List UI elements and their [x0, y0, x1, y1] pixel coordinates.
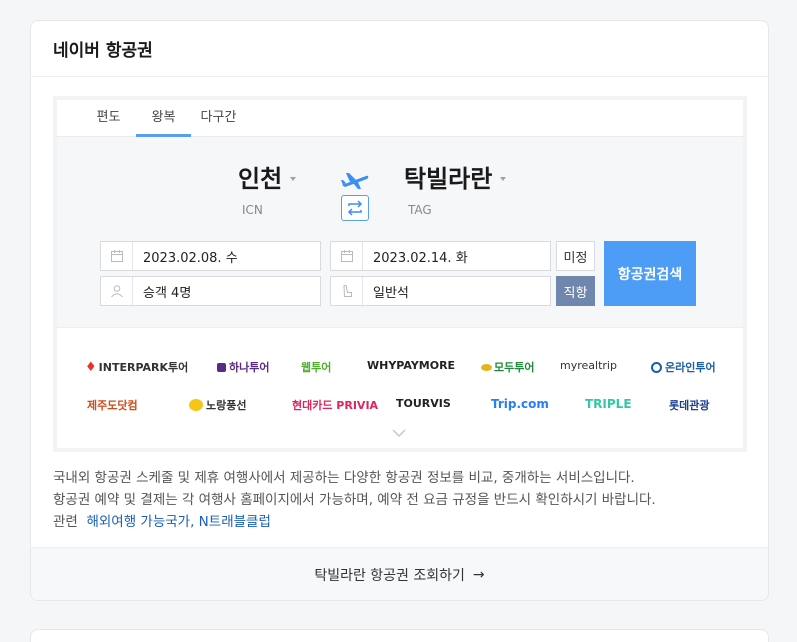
calendar-icon — [331, 242, 363, 270]
departure-city-name: 인천 — [238, 165, 283, 193]
related-links-row: 관련 해외여행 가능국가, N트래블클럽 — [53, 511, 656, 533]
chevron-down-icon — [290, 176, 297, 181]
direct-flight-toggle[interactable]: 직항 — [556, 276, 595, 306]
partner-logo-privia[interactable]: 현대카드 PRIVIA — [292, 397, 378, 413]
tab-multi-city[interactable]: 다구간 — [191, 100, 246, 136]
service-description: 국내외 항공권 스케줄 및 제휴 여행사에서 제공하는 다양한 항공권 정보를 … — [53, 467, 656, 533]
next-card — [30, 629, 769, 642]
partner-logo-jejudo[interactable]: 제주도닷컴 — [87, 397, 138, 413]
partner-logo-noranglloon[interactable]: 노랑풍선 — [189, 397, 246, 413]
calendar-icon — [101, 242, 133, 270]
person-icon — [101, 277, 133, 305]
arrow-right-icon: → — [472, 567, 485, 583]
card-title: 네이버 항공권 — [53, 41, 153, 61]
partner-logo-modetour[interactable]: 모두투어 — [481, 359, 534, 375]
view-flights-footer-link[interactable]: 탁빌라란 항공권 조회하기 → — [31, 547, 768, 600]
return-date-value: 2023.02.14. 화 — [373, 250, 468, 266]
partner-logos: ♦ INTERPARK투어 하나투어 웹투어 WHYPAYMORE 모두투어 my… — [57, 328, 743, 448]
flight-card: 네이버 항공권 편도 왕복 다구간 인천 ICN 탁빌라란 TAG 2023.0… — [30, 20, 769, 601]
partner-logo-tourvis[interactable]: TOURVIS — [396, 397, 451, 410]
seat-class-value: 일반석 — [373, 285, 409, 301]
passengers-value: 승객 4명 — [143, 285, 192, 301]
arrival-city-selector[interactable]: 탁빌라란 TAG — [404, 159, 507, 217]
depart-date-value: 2023.02.08. 수 — [143, 250, 238, 266]
description-line-1: 국내외 항공권 스케줄 및 제휴 여행사에서 제공하는 다양한 항공권 정보를 … — [53, 470, 635, 486]
search-flights-button[interactable]: 항공권검색 — [604, 241, 696, 306]
partner-logo-myrealtrip[interactable]: myrealtrip — [560, 359, 617, 372]
depart-date-field[interactable]: 2023.02.08. 수 — [100, 241, 321, 271]
departure-airport-code: ICN — [242, 203, 263, 217]
departure-city-selector[interactable]: 인천 ICN — [238, 159, 297, 217]
card-header: 네이버 항공권 — [31, 21, 768, 77]
search-area: 인천 ICN 탁빌라란 TAG 2023.02.08. 수 2023.02.14… — [57, 137, 743, 328]
interpark-mark-icon: ♦ — [85, 359, 97, 375]
partner-logo-hanatour[interactable]: 하나투어 — [217, 359, 269, 375]
partner-logo-interpark[interactable]: ♦ INTERPARK투어 — [85, 359, 188, 375]
seat-class-field[interactable]: 일반석 — [330, 276, 551, 306]
footer-label: 탁빌라란 항공권 조회하기 — [314, 568, 465, 584]
swap-route-button[interactable] — [341, 195, 369, 221]
arrival-airport-code: TAG — [408, 203, 432, 217]
arrival-city-name: 탁빌라란 — [404, 165, 493, 193]
partner-logo-onlinetour[interactable]: 온라인투어 — [651, 359, 716, 375]
onlinetour-mark-icon — [651, 361, 662, 373]
partner-logo-webtour[interactable]: 웹투어 — [301, 359, 331, 375]
tab-one-way[interactable]: 편도 — [81, 100, 136, 136]
partner-logo-triple[interactable]: TRIPLE — [585, 397, 632, 411]
partner-logo-tripcom[interactable]: Trip.com — [491, 397, 549, 411]
related-links[interactable]: 해외여행 가능국가, N트래블클럽 — [86, 514, 270, 530]
undecided-button[interactable]: 미정 — [556, 241, 595, 271]
balloon-icon — [189, 399, 203, 411]
return-date-field[interactable]: 2023.02.14. 화 — [330, 241, 551, 271]
trip-type-tabs: 편도 왕복 다구간 — [57, 100, 743, 137]
swap-icon — [347, 200, 363, 216]
airplane-icon — [341, 173, 369, 189]
hanatour-mark-icon — [217, 362, 226, 372]
seat-icon — [331, 277, 363, 305]
modetour-mark-icon — [481, 363, 492, 371]
partner-logo-lottetour[interactable]: 롯데관광 — [669, 397, 709, 413]
flight-search-widget: 편도 왕복 다구간 인천 ICN 탁빌라란 TAG 2023.02.08. 수 … — [53, 96, 747, 452]
partner-logo-whypaymore[interactable]: WHYPAYMORE — [367, 359, 455, 372]
description-line-2: 항공권 예약 및 결제는 각 여행사 홈페이지에서 가능하며, 예약 전 요금 … — [53, 492, 656, 508]
chevron-down-icon[interactable] — [391, 428, 407, 438]
passengers-field[interactable]: 승객 4명 — [100, 276, 321, 306]
related-label: 관련 — [53, 514, 78, 530]
chevron-down-icon — [500, 176, 507, 181]
tab-round-trip[interactable]: 왕복 — [136, 100, 191, 137]
